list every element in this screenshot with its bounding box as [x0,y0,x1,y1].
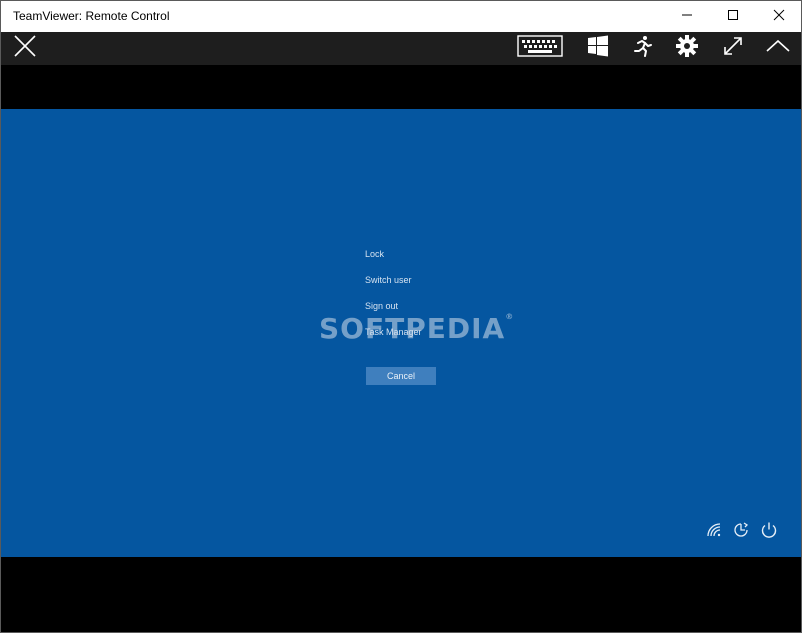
softpedia-watermark: SOFTPEDIA® [319,312,514,345]
collapse-icon [765,39,791,58]
menu-item-switch-user[interactable]: Switch user [365,275,412,285]
power-icon [760,521,778,544]
windows-button[interactable] [583,32,613,65]
window-title: TeamViewer: Remote Control [13,9,170,23]
menu-item-lock[interactable]: Lock [365,249,384,259]
settings-button[interactable] [672,32,702,65]
watermark-registered-mark: ® [505,312,515,321]
ease-of-access-icon [732,521,750,544]
remote-screen[interactable]: Lock Switch user Sign out Task Manager C… [1,65,801,632]
wifi-icon [706,522,722,543]
minimize-icon [681,8,693,26]
keyboard-icon [517,35,563,62]
maximize-button[interactable] [710,1,756,32]
windows-icon [587,35,609,62]
power-button[interactable] [760,521,778,544]
actions-button[interactable] [627,32,657,65]
maximize-icon [727,8,739,26]
end-session-button[interactable] [9,32,41,65]
security-screen: Lock Switch user Sign out Task Manager C… [1,109,801,557]
close-session-icon [13,34,37,63]
teamviewer-toolbar [1,32,801,65]
run-icon [631,35,653,62]
collapse-toolbar-button[interactable] [762,32,794,65]
minimize-button[interactable] [664,1,710,32]
network-button[interactable] [705,522,723,543]
keyboard-button[interactable] [515,32,565,65]
fullscreen-button[interactable] [717,32,749,65]
gear-icon [676,35,698,62]
ease-of-access-button[interactable] [732,521,750,544]
teamviewer-window: TeamViewer: Remote Control Lock Switch u… [0,0,802,633]
close-icon [773,8,785,26]
menu-item-sign-out[interactable]: Sign out [365,301,398,311]
watermark-text: SOFTPEDIA [319,312,506,345]
close-button[interactable] [756,1,802,32]
expand-icon [722,35,744,62]
cancel-button[interactable]: Cancel [366,367,436,385]
title-bar: TeamViewer: Remote Control [1,1,801,32]
